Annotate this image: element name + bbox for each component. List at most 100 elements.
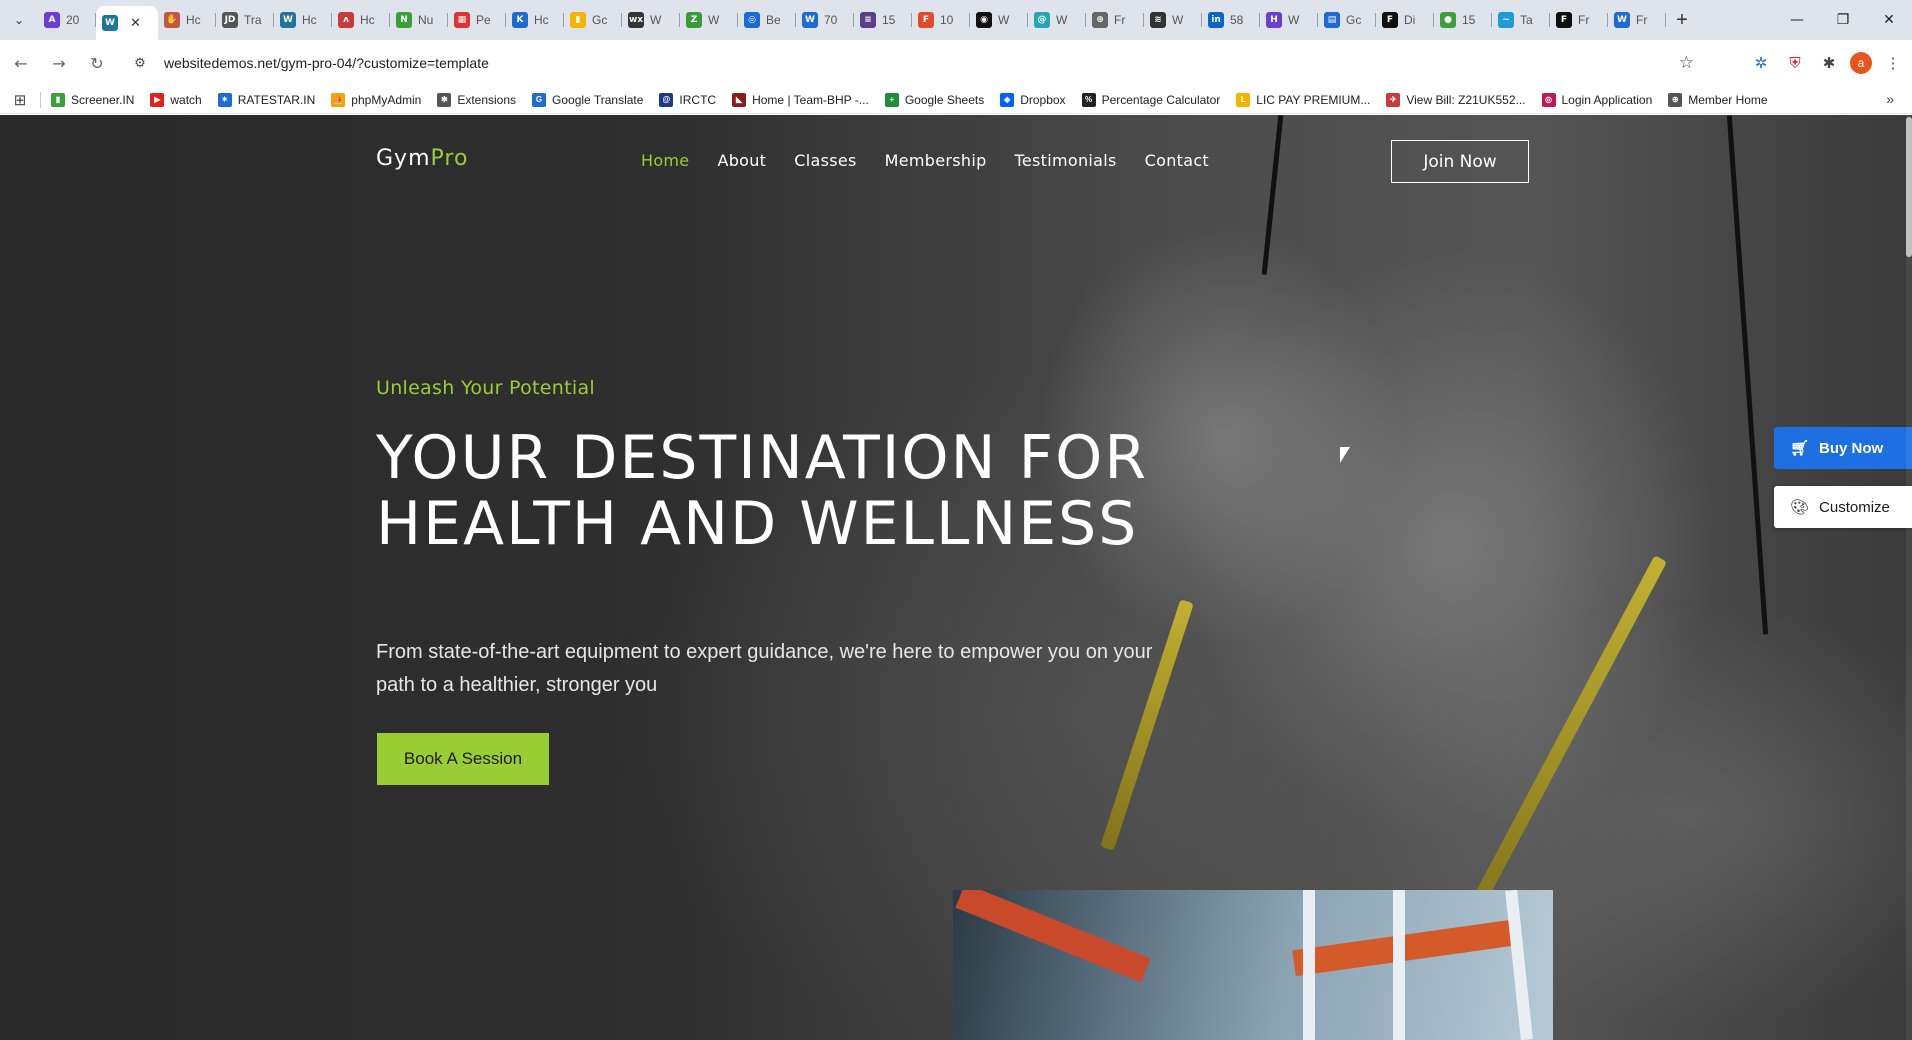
browser-tab[interactable]: W Hc: [274, 5, 332, 35]
tab-title: Hc: [534, 13, 549, 27]
apps-grid-icon[interactable]: ⊞: [0, 91, 40, 109]
join-now-button[interactable]: Join Now: [1391, 140, 1529, 183]
browser-tab[interactable]: wx W: [622, 5, 680, 35]
puzzle-extensions-icon[interactable]: ✱: [1816, 50, 1842, 76]
percent-icon: %: [1081, 92, 1096, 107]
irctc-icon: @: [659, 92, 674, 107]
site-logo[interactable]: GymPro: [376, 146, 468, 171]
browser-tab[interactable]: F Di: [1376, 5, 1434, 35]
hero-subtitle: From state-of-the-art equipment to exper…: [376, 641, 1153, 696]
browser-tab[interactable]: @ W: [1028, 5, 1086, 35]
browser-tab[interactable]: HW: [1260, 5, 1318, 35]
browser-tab[interactable]: ~ Ta: [1492, 5, 1550, 35]
browser-tab[interactable]: ▦ Pe: [448, 5, 506, 35]
browser-tab[interactable]: K Hc: [506, 5, 564, 35]
bookmarks-overflow-icon[interactable]: »: [1886, 91, 1894, 107]
bookmark-item[interactable]: ✱ Extensions: [437, 92, 516, 107]
bookmark-label: Home | Team-BHP -...: [752, 92, 869, 107]
browser-tab[interactable]: ▤ Gc: [1318, 5, 1376, 35]
bookmark-item[interactable]: @ IRCTC: [659, 92, 716, 107]
browser-tab[interactable]: JD Tra: [216, 5, 274, 35]
browser-tab[interactable]: in 58: [1202, 5, 1260, 35]
stack-icon: ≡: [860, 12, 876, 28]
target-icon: ◎: [744, 12, 760, 28]
book-session-button[interactable]: Book A Session: [377, 733, 549, 785]
back-button[interactable]: ←: [4, 46, 38, 80]
tab-title: Hc: [186, 13, 201, 27]
tab-title: 10: [940, 13, 954, 27]
nav-item-home[interactable]: Home: [641, 151, 689, 170]
customize-button[interactable]: 🎨︎ Customize: [1774, 486, 1912, 528]
minimize-button[interactable]: —: [1774, 0, 1820, 40]
bookmark-item[interactable]: G Google Translate: [532, 92, 644, 107]
shield-extension-icon[interactable]: ⛨: [1782, 50, 1808, 76]
bookmark-item[interactable]: ✈ View Bill: Z21UK552...: [1386, 92, 1526, 107]
browser-tab[interactable]: W ✕: [96, 6, 158, 40]
bookmark-label: Google Translate: [552, 92, 644, 107]
tab-search-chevron-icon[interactable]: ⌄: [0, 0, 38, 40]
browser-tab[interactable]: F 10: [912, 5, 970, 35]
browser-tab[interactable]: F Fr: [1550, 5, 1608, 35]
profile-avatar[interactable]: a: [1850, 52, 1872, 74]
browser-tab[interactable]: A 20: [38, 5, 96, 35]
browser-tab[interactable]: ʌ Hc: [332, 5, 390, 35]
reload-button[interactable]: ↻: [80, 46, 114, 80]
browser-tab[interactable]: ✋ Hc: [158, 5, 216, 35]
nav-item-testimonials[interactable]: Testimonials: [1015, 151, 1117, 170]
bookmark-item[interactable]: ◎ Login Application: [1541, 92, 1652, 107]
forward-button[interactable]: →: [42, 46, 76, 80]
chrome-menu-icon[interactable]: ⋮: [1880, 50, 1906, 76]
tab-title: Hc: [360, 13, 375, 27]
browser-tab[interactable]: ◎ Be: [738, 5, 796, 35]
browser-tab[interactable]: ≡ 15: [854, 5, 912, 35]
bookmark-star-icon[interactable]: ☆: [1679, 53, 1694, 73]
new-tab-button[interactable]: +: [1666, 5, 1698, 35]
bookmark-item[interactable]: ▮ Screener.IN: [51, 92, 134, 107]
site-info-icon[interactable]: ⚙: [130, 53, 150, 73]
buy-now-button[interactable]: 🛒︎ Buy Now: [1774, 427, 1912, 469]
nav-item-about[interactable]: About: [717, 151, 766, 170]
close-tab-icon[interactable]: ✕: [130, 15, 141, 31]
stripes-icon: ≋: [1150, 12, 1166, 28]
bookmark-item[interactable]: ⛵ phpMyAdmin: [331, 92, 422, 107]
bookmark-item[interactable]: L LIC PAY PREMIUM...: [1236, 92, 1370, 107]
browser-tab[interactable]: ≋ W: [1144, 5, 1202, 35]
bookmark-item[interactable]: ✶ RATESTAR.IN: [217, 92, 315, 107]
tab-title: W: [1172, 13, 1184, 27]
browser-tab[interactable]: ▮ Gc: [564, 5, 622, 35]
green-drop-icon: ●: [1440, 12, 1456, 28]
browser-tab[interactable]: ⊕ Fr: [1086, 5, 1144, 35]
bookmark-item[interactable]: ◆ Dropbox: [1000, 92, 1066, 107]
zoho-icon: Z: [686, 12, 702, 28]
bookmark-item[interactable]: + Google Sheets: [884, 92, 984, 107]
extension-icon[interactable]: ✲: [1748, 50, 1774, 76]
browser-tab[interactable]: ZW: [680, 5, 738, 35]
bookmark-item[interactable]: ▶ watch: [150, 92, 202, 107]
nav-item-membership[interactable]: Membership: [885, 151, 987, 170]
linkedin-icon: in: [1208, 12, 1224, 28]
bookmark-item[interactable]: % Percentage Calculator: [1081, 92, 1220, 107]
browser-tab[interactable]: ● 15: [1434, 5, 1492, 35]
bookmark-item[interactable]: ⊕ Member Home: [1668, 92, 1768, 107]
nav-item-contact[interactable]: Contact: [1145, 151, 1209, 170]
bookmark-label: phpMyAdmin: [351, 92, 422, 107]
restore-button[interactable]: ❐: [1820, 0, 1866, 40]
browser-tab[interactable]: ◉ W: [970, 5, 1028, 35]
address-bar[interactable]: ⚙ websitedemos.net/gym-pro-04/?customize…: [120, 45, 1710, 81]
page-scrollbar[interactable]: [1906, 115, 1912, 1040]
tab-title: Gc: [592, 13, 608, 27]
scrollbar-thumb[interactable]: [1906, 117, 1912, 257]
calendar-icon: ▦: [454, 12, 470, 28]
bookmark-item[interactable]: ◣ Home | Team-BHP -...: [732, 92, 869, 107]
browser-tab[interactable]: W 70: [796, 5, 854, 35]
nav-item-classes[interactable]: Classes: [794, 151, 856, 170]
url-text[interactable]: websitedemos.net/gym-pro-04/?customize=t…: [164, 55, 489, 71]
hero-eyebrow: Unleash Your Potential: [376, 377, 595, 399]
tab-title: W: [998, 13, 1010, 27]
browser-tab[interactable]: N Nu: [390, 5, 448, 35]
figma-icon: F: [918, 12, 934, 28]
sail-icon: ⛵: [331, 92, 346, 107]
tab-title: Hc: [302, 13, 317, 27]
browser-tab[interactable]: W Fr: [1608, 5, 1666, 35]
close-window-button[interactable]: ✕: [1866, 0, 1912, 40]
